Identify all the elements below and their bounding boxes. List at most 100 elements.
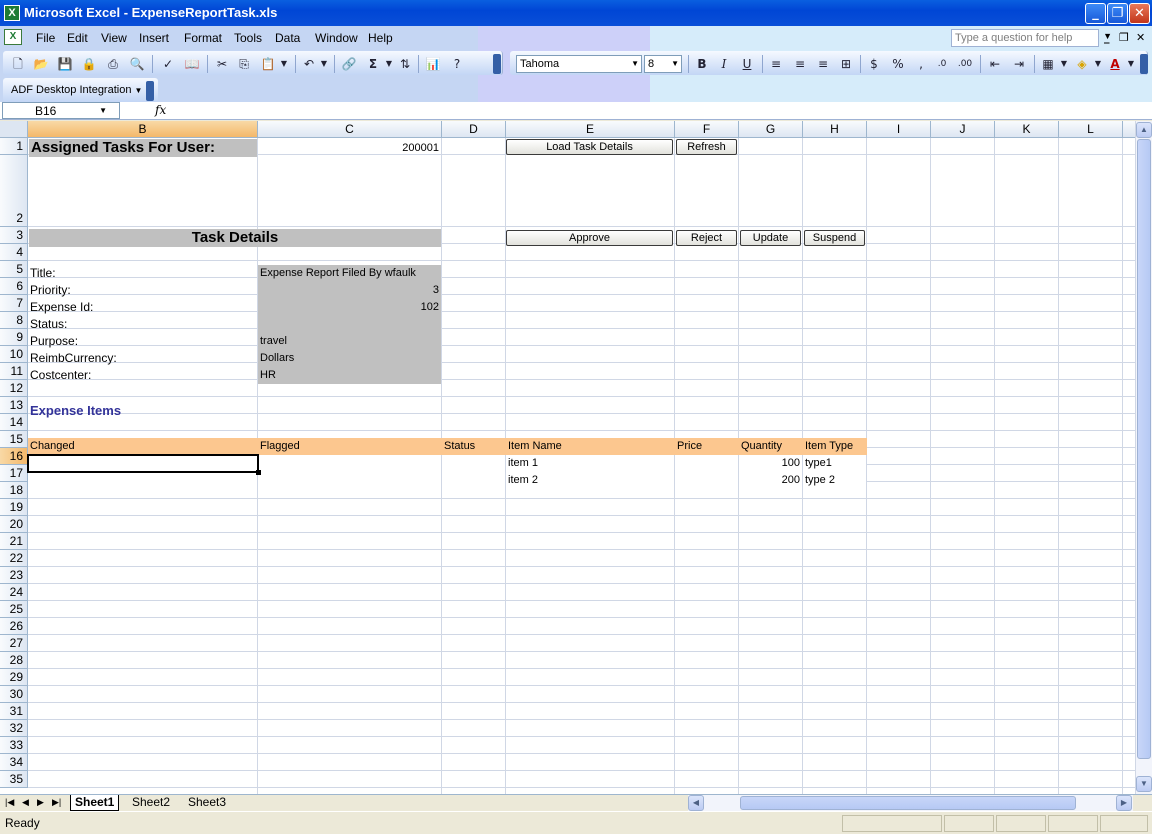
- doc-close-button[interactable]: ✕: [1136, 31, 1145, 44]
- field-value-priority[interactable]: 3: [258, 282, 441, 299]
- column-header-j[interactable]: J: [931, 121, 995, 138]
- comma-icon[interactable]: ,: [913, 56, 929, 72]
- autosum-dropdown-icon[interactable]: ▼: [381, 56, 397, 72]
- scroll-up-icon[interactable]: ▲: [1136, 122, 1152, 138]
- close-button[interactable]: ✕: [1129, 3, 1150, 24]
- refresh-button[interactable]: Refresh: [676, 139, 737, 155]
- menu-insert[interactable]: Insert: [139, 31, 169, 45]
- merge-center-icon[interactable]: ⊞: [838, 56, 854, 72]
- approve-button[interactable]: Approve: [506, 230, 673, 246]
- vertical-scrollbar[interactable]: ▲ ▼: [1135, 121, 1152, 794]
- scroll-down-icon[interactable]: ▼: [1136, 776, 1152, 792]
- sort-ascending-icon[interactable]: ⇅: [397, 56, 413, 72]
- sheet-tab-sheet2[interactable]: Sheet2: [128, 795, 174, 811]
- row-header-11[interactable]: 11: [0, 363, 28, 380]
- row-header-31[interactable]: 31: [0, 703, 28, 720]
- align-center-icon[interactable]: ≡: [792, 56, 808, 72]
- open-icon[interactable]: 📂: [33, 56, 49, 72]
- scroll-left-icon[interactable]: ◀: [688, 795, 704, 811]
- menu-format[interactable]: Format: [184, 31, 222, 45]
- row-header-32[interactable]: 32: [0, 720, 28, 737]
- font-size-select[interactable]: 8 ▼: [644, 55, 682, 73]
- workbook-icon[interactable]: X: [4, 29, 22, 45]
- field-value-costcenter[interactable]: HR: [258, 367, 441, 384]
- row-header-33[interactable]: 33: [0, 737, 28, 754]
- sheet-tab-sheet3[interactable]: Sheet3: [184, 795, 230, 811]
- column-header-d[interactable]: D: [442, 121, 506, 138]
- table-row-1-flagged[interactable]: [258, 455, 441, 472]
- new-icon[interactable]: 🗋: [10, 56, 26, 72]
- help-icon[interactable]: ?: [449, 56, 465, 72]
- row-header-24[interactable]: 24: [0, 584, 28, 601]
- fill-dropdown-icon[interactable]: ▼: [1090, 56, 1106, 72]
- formula-input[interactable]: [172, 102, 1150, 119]
- align-right-icon[interactable]: ≡: [815, 56, 831, 72]
- toolbar-options-icon[interactable]: [493, 54, 501, 74]
- row-header-8[interactable]: 8: [0, 312, 28, 329]
- column-header-l[interactable]: L: [1059, 121, 1123, 138]
- row-header-22[interactable]: 22: [0, 550, 28, 567]
- worksheet-grid[interactable]: B C D E F G H I J K L 1 2 3 4 5 6 7 8 9 10 11 12 13 1…: [0, 121, 1135, 794]
- horizontal-scroll-thumb[interactable]: [740, 796, 1076, 810]
- row-header-20[interactable]: 20: [0, 516, 28, 533]
- row-header-5[interactable]: 5: [0, 261, 28, 278]
- horizontal-scrollbar[interactable]: ◀ ▶: [688, 795, 1133, 811]
- suspend-button[interactable]: Suspend: [804, 230, 865, 246]
- row-header-21[interactable]: 21: [0, 533, 28, 550]
- fill-color-icon[interactable]: ◈: [1074, 56, 1090, 72]
- field-value-title[interactable]: Expense Report Filed By wfaulk: [258, 265, 441, 282]
- sheet-tab-sheet1[interactable]: Sheet1: [70, 795, 120, 811]
- column-header-e[interactable]: E: [506, 121, 675, 138]
- row-header-7[interactable]: 7: [0, 295, 28, 312]
- cut-icon[interactable]: ✂: [214, 56, 230, 72]
- paste-dropdown-icon[interactable]: ▼: [276, 56, 292, 72]
- doc-minimize-button[interactable]: _: [1104, 31, 1110, 44]
- decrease-decimal-icon[interactable]: .00: [957, 56, 973, 72]
- doc-restore-button[interactable]: ❐: [1119, 31, 1129, 44]
- update-button[interactable]: Update: [740, 230, 801, 246]
- row-header-23[interactable]: 23: [0, 567, 28, 584]
- menu-tools[interactable]: Tools: [234, 31, 262, 45]
- table-row-2-flagged[interactable]: [258, 472, 441, 489]
- underline-icon[interactable]: U: [739, 56, 755, 72]
- field-value-status[interactable]: [258, 316, 441, 333]
- column-header-g[interactable]: G: [739, 121, 803, 138]
- first-sheet-icon[interactable]: |◀: [5, 797, 14, 808]
- chart-wizard-icon[interactable]: 📊: [425, 56, 441, 72]
- percent-icon[interactable]: %: [890, 56, 906, 72]
- minimize-button[interactable]: _: [1085, 3, 1106, 24]
- row-header-26[interactable]: 26: [0, 618, 28, 635]
- row-header-9[interactable]: 9: [0, 329, 28, 346]
- column-header-c[interactable]: C: [258, 121, 442, 138]
- borders-dropdown-icon[interactable]: ▼: [1056, 56, 1072, 72]
- field-value-expense-id[interactable]: 102: [258, 299, 441, 316]
- row-header-14[interactable]: 14: [0, 414, 28, 431]
- column-header-k[interactable]: K: [995, 121, 1059, 138]
- row-header-29[interactable]: 29: [0, 669, 28, 686]
- help-search-input[interactable]: Type a question for help ▼: [951, 29, 1112, 47]
- paste-icon[interactable]: 📋: [260, 56, 276, 72]
- decrease-indent-icon[interactable]: ⇤: [987, 56, 1003, 72]
- row-header-12[interactable]: 12: [0, 380, 28, 397]
- prev-sheet-icon[interactable]: ◀: [22, 797, 29, 808]
- row-header-3[interactable]: 3: [0, 227, 28, 244]
- next-sheet-icon[interactable]: ▶: [37, 797, 44, 808]
- last-sheet-icon[interactable]: ▶|: [52, 797, 61, 808]
- row-header-16[interactable]: 16: [0, 448, 28, 465]
- menu-file[interactable]: File: [36, 31, 55, 45]
- table-row-1-quantity[interactable]: 100: [739, 455, 802, 472]
- user-id-cell[interactable]: 200001: [258, 140, 441, 156]
- column-header-h[interactable]: H: [803, 121, 867, 138]
- table-row-1-price[interactable]: [675, 455, 738, 472]
- spelling-icon[interactable]: ✓: [160, 56, 176, 72]
- increase-decimal-icon[interactable]: .0: [934, 56, 950, 72]
- italic-icon[interactable]: I: [716, 56, 732, 72]
- row-header-30[interactable]: 30: [0, 686, 28, 703]
- hyperlink-icon[interactable]: 🔗: [341, 56, 357, 72]
- row-header-35[interactable]: 35: [0, 771, 28, 788]
- row-header-13[interactable]: 13: [0, 397, 28, 414]
- font-color-dropdown-icon[interactable]: ▼: [1123, 56, 1139, 72]
- menu-edit[interactable]: Edit: [67, 31, 88, 45]
- select-all-corner[interactable]: [0, 121, 28, 138]
- permission-icon[interactable]: 🔒: [81, 56, 97, 72]
